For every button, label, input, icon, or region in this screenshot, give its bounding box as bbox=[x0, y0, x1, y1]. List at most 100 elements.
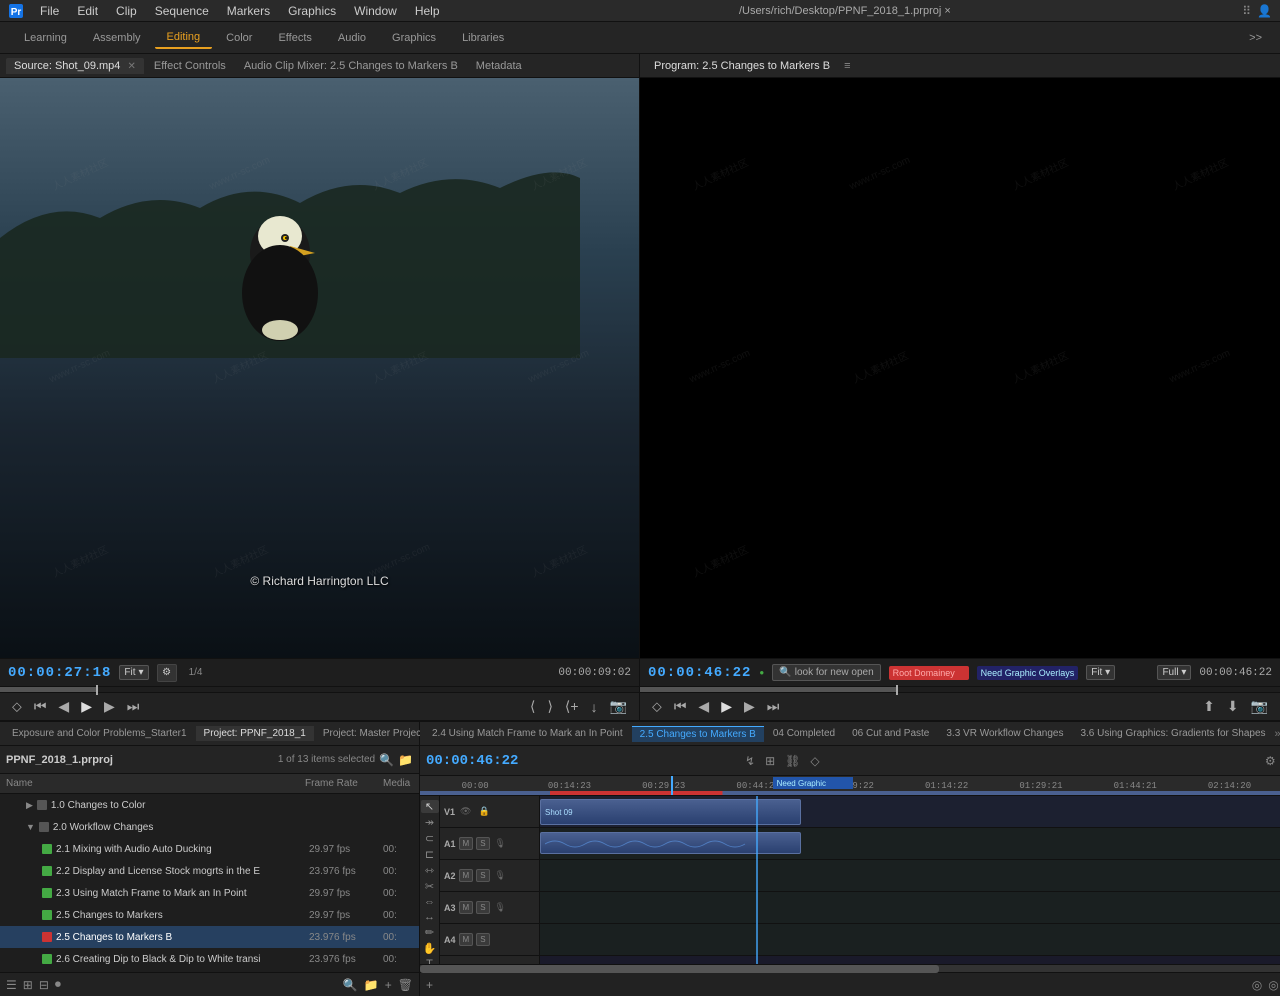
project-freeform-view-button[interactable]: ⊟ bbox=[39, 978, 49, 992]
menu-item-clip[interactable]: Clip bbox=[108, 2, 145, 20]
source-overwrite-button[interactable]: ↓ bbox=[587, 697, 602, 717]
col-header-framerate[interactable]: Frame Rate bbox=[305, 778, 375, 789]
timeline-tab-25-b[interactable]: 2.5 Changes to Markers B bbox=[632, 726, 764, 742]
tool-track-select[interactable]: ↠ bbox=[421, 816, 439, 829]
track-mic-a1[interactable]: 🎙 bbox=[493, 837, 508, 850]
workspace-tab-assembly[interactable]: Assembly bbox=[81, 28, 153, 48]
prog-lift-btn[interactable]: ⬆ bbox=[1199, 696, 1219, 717]
tool-slide[interactable]: ↔ bbox=[421, 911, 439, 923]
user-icon[interactable]: 👤 bbox=[1257, 4, 1272, 18]
project-new-item-button[interactable]: + bbox=[385, 978, 392, 992]
tool-razor[interactable]: ✂ bbox=[421, 880, 439, 893]
timeline-add-track-button[interactable]: + bbox=[426, 978, 433, 992]
timeline-tab-04[interactable]: 04 Completed bbox=[765, 726, 843, 741]
source-scrubber-handle[interactable] bbox=[96, 685, 98, 695]
timeline-clip-v1-main[interactable]: Shot 09 bbox=[540, 799, 801, 825]
track-mute-a4[interactable]: M bbox=[459, 933, 474, 946]
source-out-point-button[interactable]: ⟩ bbox=[543, 696, 556, 717]
track-lock-v1[interactable]: 🔒 bbox=[476, 805, 491, 818]
proj-tab-ppnf[interactable]: Project: PPNF_2018_1 bbox=[196, 726, 314, 741]
tool-rolling-edit[interactable]: ⊏ bbox=[421, 848, 439, 861]
timeline-snap-button[interactable]: ⊞ bbox=[762, 752, 778, 770]
list-item[interactable]: 2.3 Using Match Frame to Mark an In Poin… bbox=[0, 882, 419, 904]
menu-item-graphics[interactable]: Graphics bbox=[280, 2, 344, 20]
menu-item-file[interactable]: File bbox=[32, 2, 67, 20]
prog-extract-btn[interactable]: ⬇ bbox=[1223, 696, 1243, 717]
source-tab-effect-controls[interactable]: Effect Controls bbox=[146, 58, 234, 74]
tool-rate-stretch[interactable]: ⇿ bbox=[421, 864, 439, 877]
timeline-tabs-more[interactable]: » bbox=[1275, 728, 1280, 740]
workspace-tab-color[interactable]: Color bbox=[214, 28, 264, 48]
menu-item-help[interactable]: Help bbox=[407, 2, 448, 20]
track-solo-a3[interactable]: S bbox=[476, 901, 489, 914]
tool-slip[interactable]: ⇔ bbox=[421, 896, 439, 908]
project-new-bin-button[interactable]: 📁 bbox=[398, 753, 413, 767]
menu-item-window[interactable]: Window bbox=[346, 2, 405, 20]
source-prev-frame-button[interactable]: ◀ bbox=[54, 696, 73, 717]
track-solo-a1[interactable]: S bbox=[476, 837, 489, 850]
prog-export-frame-btn[interactable]: 📷 bbox=[1247, 696, 1272, 717]
workspace-tab-learning[interactable]: Learning bbox=[12, 28, 79, 48]
workspace-tab-audio[interactable]: Audio bbox=[326, 28, 378, 48]
timeline-tab-36[interactable]: 3.6 Using Graphics: Gradients for Shapes bbox=[1072, 726, 1273, 741]
timeline-track-target-button[interactable]: ↯ bbox=[742, 752, 758, 770]
track-solo-a4[interactable]: S bbox=[476, 933, 489, 946]
tool-hand[interactable]: ✋ bbox=[421, 942, 439, 955]
track-mute-a3[interactable]: M bbox=[459, 901, 474, 914]
prog-play-btn[interactable]: ▶ bbox=[717, 696, 736, 717]
prog-next-frame-btn[interactable]: ▶ bbox=[740, 696, 759, 717]
workspace-tab-graphics[interactable]: Graphics bbox=[380, 28, 448, 48]
track-mic-a2[interactable]: 🎙 bbox=[493, 869, 508, 882]
tool-ripple-edit[interactable]: ⊂ bbox=[421, 832, 439, 845]
timeline-zoom-bar[interactable] bbox=[420, 964, 1280, 972]
track-mute-a1[interactable]: M bbox=[459, 837, 474, 850]
source-settings-button[interactable]: ⚙ bbox=[157, 664, 177, 682]
list-item[interactable]: ▼ 2.0 Workflow Changes bbox=[0, 816, 419, 838]
prog-step-back-btn[interactable]: ⏮ bbox=[670, 696, 691, 717]
list-item[interactable]: ▶ 1.0 Changes to Color bbox=[0, 794, 419, 816]
timeline-tab-06[interactable]: 06 Cut and Paste bbox=[844, 726, 937, 741]
timeline-add-marker-button[interactable]: ◇ bbox=[807, 752, 822, 770]
source-step-back-button[interactable]: ⏮ bbox=[30, 696, 51, 717]
program-search-bar[interactable]: 🔍 look for new open bbox=[772, 664, 880, 681]
source-add-marker-button[interactable]: ⬦ bbox=[8, 696, 26, 717]
source-play-stop-button[interactable]: ▶ bbox=[77, 696, 96, 717]
program-full-dropdown[interactable]: Full ▾ bbox=[1157, 665, 1191, 680]
program-fit-dropdown[interactable]: Fit ▾ bbox=[1086, 665, 1115, 680]
source-tab-metadata[interactable]: Metadata bbox=[468, 58, 530, 74]
project-find-button[interactable]: 🔍 bbox=[343, 978, 358, 992]
track-solo-a2[interactable]: S bbox=[476, 869, 489, 882]
proj-tab-exposure[interactable]: Exposure and Color Problems_Starter1 bbox=[4, 726, 195, 741]
source-scrubber[interactable] bbox=[0, 686, 639, 692]
workspace-tab-editing[interactable]: Editing bbox=[155, 27, 213, 49]
expand-icon[interactable]: ▶ bbox=[26, 800, 33, 811]
track-mic-a3[interactable]: 🎙 bbox=[493, 901, 508, 914]
list-item[interactable]: 2.2 Display and License Stock mogrts in … bbox=[0, 860, 419, 882]
timeline-tab-24[interactable]: 2.4 Using Match Frame to Mark an In Poin… bbox=[424, 726, 631, 741]
project-icon-view-button[interactable]: ⊞ bbox=[23, 978, 33, 992]
program-scrubber-handle[interactable] bbox=[896, 685, 898, 695]
menu-item-markers[interactable]: Markers bbox=[219, 2, 278, 20]
source-export-frame-button[interactable]: 📷 bbox=[606, 696, 631, 717]
expand-icon[interactable]: ▼ bbox=[26, 822, 35, 832]
workspace-tab-effects[interactable]: Effects bbox=[266, 28, 323, 48]
source-tab-audio-mixer[interactable]: Audio Clip Mixer: 2.5 Changes to Markers… bbox=[236, 58, 466, 74]
list-item[interactable]: 2.6 Creating Dip to Black & Dip to White… bbox=[0, 948, 419, 970]
project-list-view-button[interactable]: ☰ bbox=[6, 978, 17, 992]
timeline-linked-selection-button[interactable]: ⛓ bbox=[782, 752, 803, 770]
close-source-tab-icon[interactable]: ✕ bbox=[127, 61, 135, 72]
tool-pen[interactable]: ✏ bbox=[421, 926, 439, 939]
menu-item-edit[interactable]: Edit bbox=[69, 2, 106, 20]
source-fit-dropdown[interactable]: Fit ▾ bbox=[119, 665, 148, 680]
timeline-tab-33[interactable]: 3.3 VR Workflow Changes bbox=[938, 726, 1071, 741]
source-step-forward-button[interactable]: ⏭ bbox=[123, 696, 144, 717]
timeline-clip-a1-main[interactable] bbox=[540, 832, 801, 854]
timeline-zoom-handle[interactable] bbox=[420, 965, 939, 973]
track-mute-a2[interactable]: M bbox=[459, 869, 474, 882]
source-next-frame-button[interactable]: ▶ bbox=[100, 696, 119, 717]
project-search-button[interactable]: 🔍 bbox=[379, 753, 394, 767]
program-tab-main[interactable]: Program: 2.5 Changes to Markers B bbox=[646, 58, 838, 74]
list-item[interactable]: 2.1 Mixing with Audio Auto Ducking 29.97… bbox=[0, 838, 419, 860]
list-item[interactable]: 2.5 Changes to Markers B 23.976 fps 00: bbox=[0, 926, 419, 948]
col-header-name[interactable]: Name bbox=[6, 778, 297, 789]
